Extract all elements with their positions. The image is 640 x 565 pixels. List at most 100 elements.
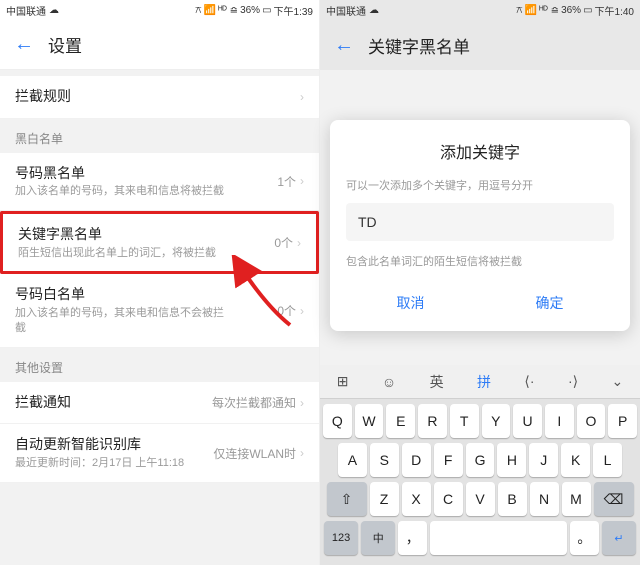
numeric-key[interactable]: 123 xyxy=(324,521,358,555)
label: 自动更新智能识别库 xyxy=(15,435,213,455)
grid-icon[interactable]: ⊞ xyxy=(331,369,355,394)
key-s[interactable]: S xyxy=(370,443,399,477)
header: ← 设置 xyxy=(0,20,319,70)
keyword-input[interactable] xyxy=(346,203,614,241)
value: 每次拦截都通知 xyxy=(212,394,296,411)
dialog-hint: 可以一次添加多个关键字，用逗号分开 xyxy=(346,177,614,193)
backspace-key[interactable]: ⌫ xyxy=(594,482,634,516)
sublabel: 加入该名单的号码，其来电和信息将被拦截 xyxy=(15,184,225,199)
cloud-icon: ☁ xyxy=(369,5,379,16)
confirm-button[interactable]: 确定 xyxy=(485,285,614,321)
key-k[interactable]: K xyxy=(561,443,590,477)
page-title: 关键字黑名单 xyxy=(368,33,470,58)
keyboard-toolbar: ⊞ ☺ 英 拼 ⟨· ·⟩ ⌄ xyxy=(320,365,640,399)
header: ← 关键字黑名单 xyxy=(320,20,640,70)
battery-icon: ▭ xyxy=(262,5,271,16)
cursor-right-icon[interactable]: ·⟩ xyxy=(562,369,584,394)
section-other: 其他设置 xyxy=(0,348,319,382)
key-x[interactable]: X xyxy=(402,482,431,516)
wifi-icon: ᴴᴰ ⪮ xyxy=(218,5,238,16)
key-z[interactable]: Z xyxy=(370,482,399,516)
key-h[interactable]: H xyxy=(497,443,526,477)
key-t[interactable]: T xyxy=(450,404,479,438)
key-n[interactable]: N xyxy=(530,482,559,516)
key-row-4: 123 中 ， 。 ↵ xyxy=(323,521,637,555)
key-row-3: ⇧ ZXCVBNM ⌫ xyxy=(323,482,637,516)
key-r[interactable]: R xyxy=(418,404,447,438)
key-e[interactable]: E xyxy=(386,404,415,438)
key-v[interactable]: V xyxy=(466,482,495,516)
chevron-right-icon: › xyxy=(300,446,304,460)
period-key[interactable]: 。 xyxy=(570,521,599,555)
emoji-icon[interactable]: ☺ xyxy=(376,370,402,394)
key-q[interactable]: Q xyxy=(323,404,352,438)
carrier: 中国联通 xyxy=(326,3,366,18)
sublabel: 陌生短信出现此名单上的词汇，将被拦截 xyxy=(18,246,228,261)
lang-en[interactable]: 英 xyxy=(424,368,450,396)
item-number-whitelist[interactable]: 号码白名单 加入该名单的号码，其来电和信息不会被拦截 0个 › xyxy=(0,274,319,347)
key-l[interactable]: L xyxy=(593,443,622,477)
key-c[interactable]: C xyxy=(434,482,463,516)
key-d[interactable]: D xyxy=(402,443,431,477)
label: 关键字黑名单 xyxy=(18,225,274,245)
dialog-add-keyword: 添加关键字 可以一次添加多个关键字，用逗号分开 包含此名单词汇的陌生短信将被拦截… xyxy=(330,120,630,331)
sublabel: 加入该名单的号码，其来电和信息不会被拦截 xyxy=(15,306,225,336)
key-a[interactable]: A xyxy=(338,443,367,477)
value: 仅连接WLAN时 xyxy=(213,445,296,462)
value: 0个 xyxy=(274,234,293,251)
keyboard: ⊞ ☺ 英 拼 ⟨· ·⟩ ⌄ QWERTYUIOP ASDFGHJKL ⇧ Z… xyxy=(320,365,640,565)
key-b[interactable]: B xyxy=(498,482,527,516)
value: 0个 xyxy=(277,302,296,319)
key-u[interactable]: U xyxy=(513,404,542,438)
chevron-right-icon: › xyxy=(300,304,304,318)
label: 拦截规则 xyxy=(15,87,300,107)
bluetooth-icon: ⚻ xyxy=(516,5,523,16)
item-block-rules[interactable]: 拦截规则 › xyxy=(0,76,319,119)
key-y[interactable]: Y xyxy=(482,404,511,438)
item-auto-update[interactable]: 自动更新智能识别库 最近更新时间：2月17日 上午11:18 仅连接WLAN时 › xyxy=(0,424,319,482)
signal-icon: 📶 xyxy=(204,5,216,16)
time: 下午1:40 xyxy=(595,3,634,18)
key-i[interactable]: I xyxy=(545,404,574,438)
wifi-icon: ᴴᴰ ⪮ xyxy=(539,5,559,16)
screen-left: 中国联通 ☁ ⚻ 📶 ᴴᴰ ⪮ 36% ▭ 下午1:39 ← 设置 拦截规则 ›… xyxy=(0,0,320,565)
signal-icon: 📶 xyxy=(525,5,537,16)
item-block-notification[interactable]: 拦截通知 每次拦截都通知 › xyxy=(0,382,319,425)
back-icon[interactable]: ← xyxy=(334,34,354,57)
battery-text: 36% xyxy=(240,5,260,16)
key-f[interactable]: F xyxy=(434,443,463,477)
statusbar: 中国联通 ☁ ⚻ 📶 ᴴᴰ ⪮ 36% ▭ 下午1:40 xyxy=(320,0,640,20)
key-p[interactable]: P xyxy=(608,404,637,438)
value: 1个 xyxy=(277,173,296,190)
space-key[interactable] xyxy=(430,521,567,555)
item-keyword-blacklist[interactable]: 关键字黑名单 陌生短信出现此名单上的词汇，将被拦截 0个› xyxy=(0,211,319,274)
sublabel: 最近更新时间：2月17日 上午11:18 xyxy=(15,456,213,471)
dialog-title: 添加关键字 xyxy=(346,139,614,163)
battery-text: 36% xyxy=(561,5,581,16)
key-row-2: ASDFGHJKL xyxy=(323,443,637,477)
statusbar: 中国联通 ☁ ⚻ 📶 ᴴᴰ ⪮ 36% ▭ 下午1:39 xyxy=(0,0,319,20)
cancel-button[interactable]: 取消 xyxy=(346,285,475,321)
shift-key[interactable]: ⇧ xyxy=(327,482,367,516)
label: 号码白名单 xyxy=(15,285,277,305)
bluetooth-icon: ⚻ xyxy=(195,5,202,16)
key-w[interactable]: W xyxy=(355,404,384,438)
comma-key[interactable]: ， xyxy=(398,521,427,555)
lang-toggle-key[interactable]: 中 xyxy=(361,521,395,555)
page-title: 设置 xyxy=(48,32,82,57)
key-m[interactable]: M xyxy=(562,482,591,516)
item-number-blacklist[interactable]: 号码黑名单 加入该名单的号码，其来电和信息将被拦截 1个› xyxy=(0,153,319,211)
carrier: 中国联通 xyxy=(6,3,46,18)
back-icon[interactable]: ← xyxy=(14,33,34,56)
key-j[interactable]: J xyxy=(529,443,558,477)
hide-keyboard-icon[interactable]: ⌄ xyxy=(606,369,630,394)
enter-key[interactable]: ↵ xyxy=(602,521,636,555)
key-g[interactable]: G xyxy=(466,443,495,477)
lang-pinyin[interactable]: 拼 xyxy=(471,368,497,396)
chevron-right-icon: › xyxy=(300,174,304,188)
chevron-right-icon: › xyxy=(300,396,304,410)
cursor-left-icon[interactable]: ⟨· xyxy=(518,369,540,394)
time: 下午1:39 xyxy=(274,3,313,18)
label: 拦截通知 xyxy=(15,393,212,413)
key-o[interactable]: O xyxy=(577,404,606,438)
